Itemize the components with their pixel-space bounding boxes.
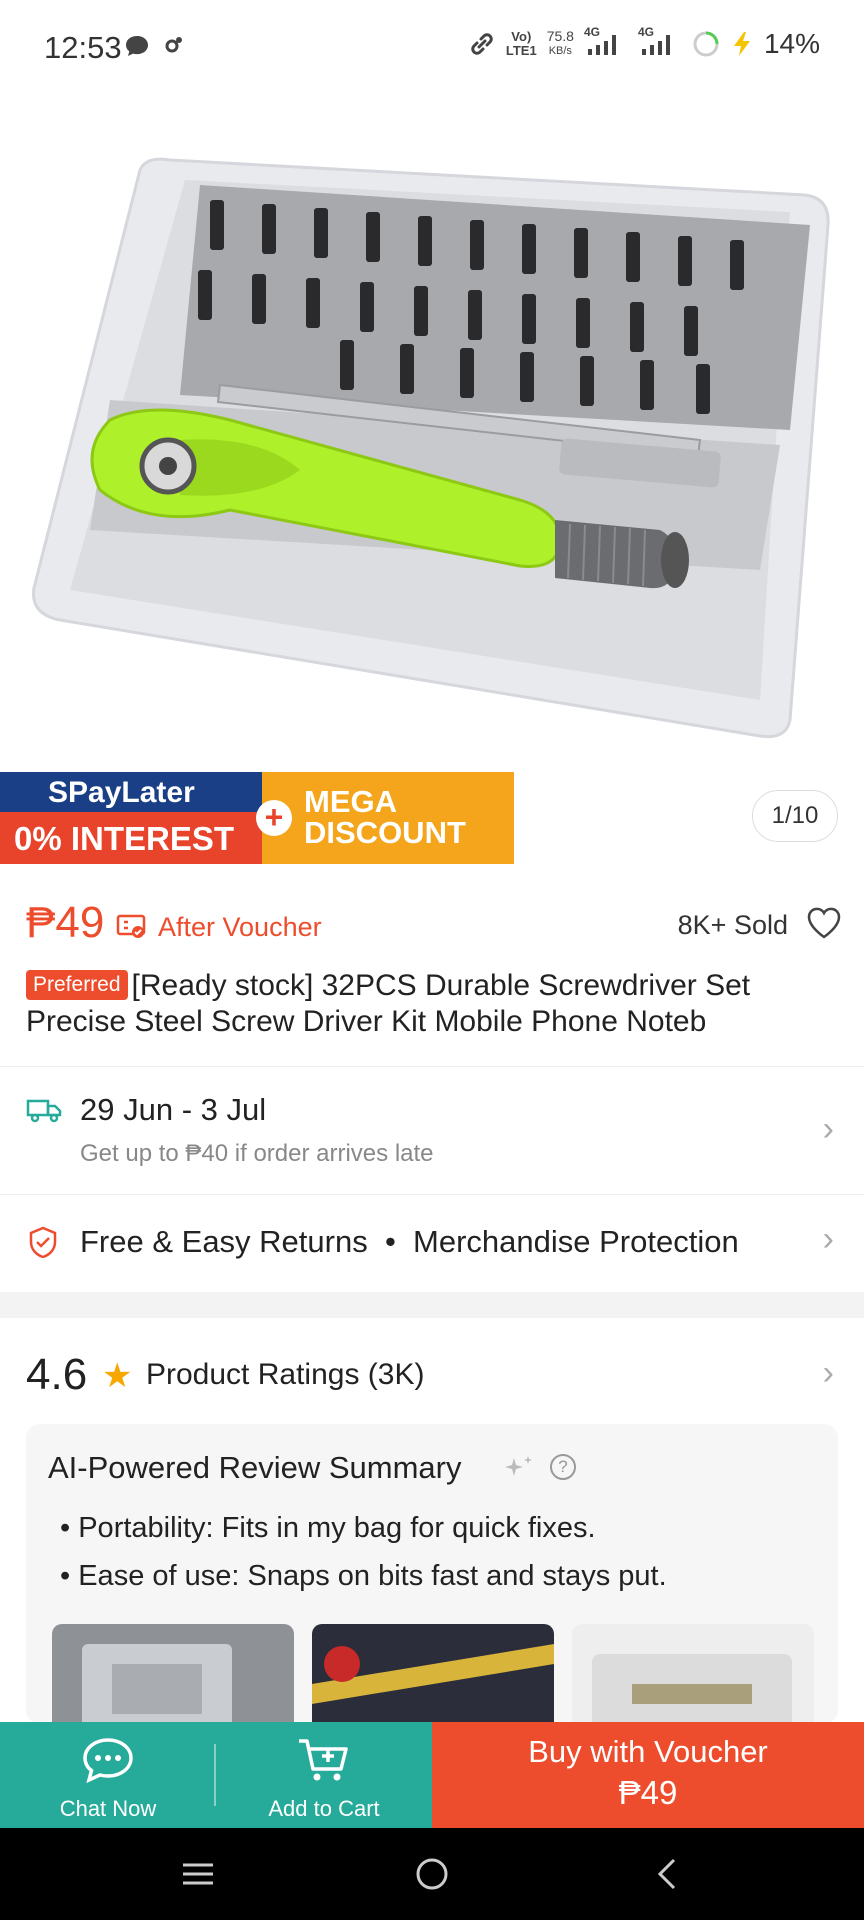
review-thumbnails bbox=[52, 1624, 814, 1724]
system-nav-bar bbox=[0, 1828, 864, 1920]
screwdriver-set-image bbox=[32, 157, 830, 739]
promo-banner[interactable]: SPayLater 0% INTEREST MEGA DISCOUNT + bbox=[0, 772, 514, 864]
product-title: Preferred [Ready stock] 32PCS Durable Scr… bbox=[26, 968, 846, 1040]
speed-value: 75.8 bbox=[546, 28, 574, 44]
chevron-right-icon: › bbox=[822, 1110, 834, 1148]
loading-ring-icon bbox=[693, 31, 719, 57]
net1-label: 4G bbox=[583, 25, 600, 39]
product-title-text: [Ready stock] 32PCS Durable Screwdriver … bbox=[26, 969, 751, 1038]
ratings-row[interactable]: 4.6 ★ Product Ratings (3K) › bbox=[0, 1318, 864, 1424]
review-photo[interactable] bbox=[312, 1624, 554, 1724]
ai-review-summary: AI-Powered Review Summary ? • Portabilit… bbox=[26, 1424, 838, 1724]
sold-count: 8K+ Sold bbox=[677, 910, 788, 940]
chat-now-label: Chat Now bbox=[59, 1796, 157, 1821]
back-icon[interactable] bbox=[650, 1856, 686, 1892]
lte-label: LTE1 bbox=[505, 43, 537, 58]
action-bar: Chat Now Add to Cart Buy with Voucher ₱4… bbox=[0, 1722, 864, 1828]
plus-icon: + bbox=[256, 800, 292, 836]
mega-discount-label: MEGA DISCOUNT bbox=[262, 772, 514, 864]
truck-icon bbox=[26, 1099, 62, 1123]
returns-text: Free & Easy Returns • Merchandise Protec… bbox=[80, 1224, 739, 1259]
returns-row[interactable]: Free & Easy Returns • Merchandise Protec… bbox=[0, 1196, 864, 1292]
heart-icon[interactable] bbox=[806, 906, 842, 940]
status-time: 12:53 bbox=[44, 30, 122, 65]
buy-label: Buy with Voucher bbox=[528, 1734, 768, 1769]
status-bar: 12:53 Vo) LTE1 75.8 KB/s 4G 4G 14% bbox=[0, 0, 864, 100]
chat-bubble-icon bbox=[126, 36, 148, 56]
chevron-right-icon: › bbox=[822, 1220, 834, 1258]
help-icon[interactable]: ? bbox=[550, 1454, 576, 1480]
signal-2: 4G bbox=[638, 25, 682, 59]
battery-level: 14% bbox=[763, 28, 820, 59]
star-icon: ★ bbox=[102, 1357, 133, 1395]
buy-with-voucher-button[interactable]: Buy with Voucher ₱49 bbox=[432, 1722, 864, 1828]
interest-label: 0% INTEREST bbox=[0, 812, 270, 864]
price-row: ₱49 After Voucher 8K+ Sold bbox=[26, 898, 842, 954]
mega-label: MEGA bbox=[304, 784, 397, 819]
section-gap bbox=[0, 1292, 864, 1318]
late-guarantee: Get up to ₱40 if order arrives late bbox=[80, 1140, 434, 1167]
divider bbox=[0, 1194, 864, 1195]
ai-bullet-2: • Ease of use: Snaps on bits fast and st… bbox=[60, 1560, 667, 1592]
settings-icon bbox=[165, 37, 182, 53]
review-photo[interactable] bbox=[572, 1624, 814, 1724]
spaylater-label: SPayLater bbox=[0, 772, 270, 812]
voucher-icon bbox=[116, 914, 146, 938]
speed-unit: KB/s bbox=[548, 45, 572, 57]
shipping-row[interactable]: 29 Jun - 3 Jul Get up to ₱40 if order ar… bbox=[0, 1066, 864, 1194]
delivery-dates: 29 Jun - 3 Jul bbox=[80, 1092, 267, 1127]
image-pager: 1/10 bbox=[752, 790, 838, 842]
ai-summary-title: AI-Powered Review Summary bbox=[48, 1450, 462, 1485]
divider bbox=[214, 1744, 216, 1806]
shield-check-icon bbox=[29, 1226, 57, 1258]
preferred-badge: Preferred bbox=[26, 970, 128, 1000]
home-icon[interactable] bbox=[414, 1856, 450, 1892]
discount-label: DISCOUNT bbox=[304, 815, 466, 850]
link-icon bbox=[471, 33, 493, 55]
charging-icon bbox=[733, 32, 750, 56]
rating-score: 4.6 bbox=[26, 1350, 88, 1399]
volte-label: Vo) bbox=[511, 29, 532, 44]
sparkle-icon bbox=[505, 1456, 532, 1476]
cart-plus-icon bbox=[299, 1739, 348, 1781]
chat-icon bbox=[83, 1738, 133, 1784]
ai-bullet-1: • Portability: Fits in my bag for quick … bbox=[60, 1512, 596, 1544]
signal-1: 4G bbox=[584, 25, 628, 59]
review-photo[interactable] bbox=[52, 1624, 294, 1724]
buy-price: ₱49 bbox=[618, 1774, 678, 1811]
price: ₱49 bbox=[26, 898, 105, 947]
chat-now-button[interactable]: Chat Now bbox=[0, 1722, 216, 1828]
after-voucher-label: After Voucher bbox=[158, 912, 322, 942]
add-to-cart-label: Add to Cart bbox=[268, 1796, 380, 1821]
ratings-label: Product Ratings (3K) bbox=[146, 1358, 425, 1391]
product-image[interactable] bbox=[0, 100, 864, 770]
net2-label: 4G bbox=[637, 25, 654, 39]
add-to-cart-button[interactable]: Add to Cart bbox=[216, 1722, 432, 1828]
chevron-right-icon: › bbox=[822, 1354, 834, 1392]
menu-icon[interactable] bbox=[180, 1856, 216, 1892]
